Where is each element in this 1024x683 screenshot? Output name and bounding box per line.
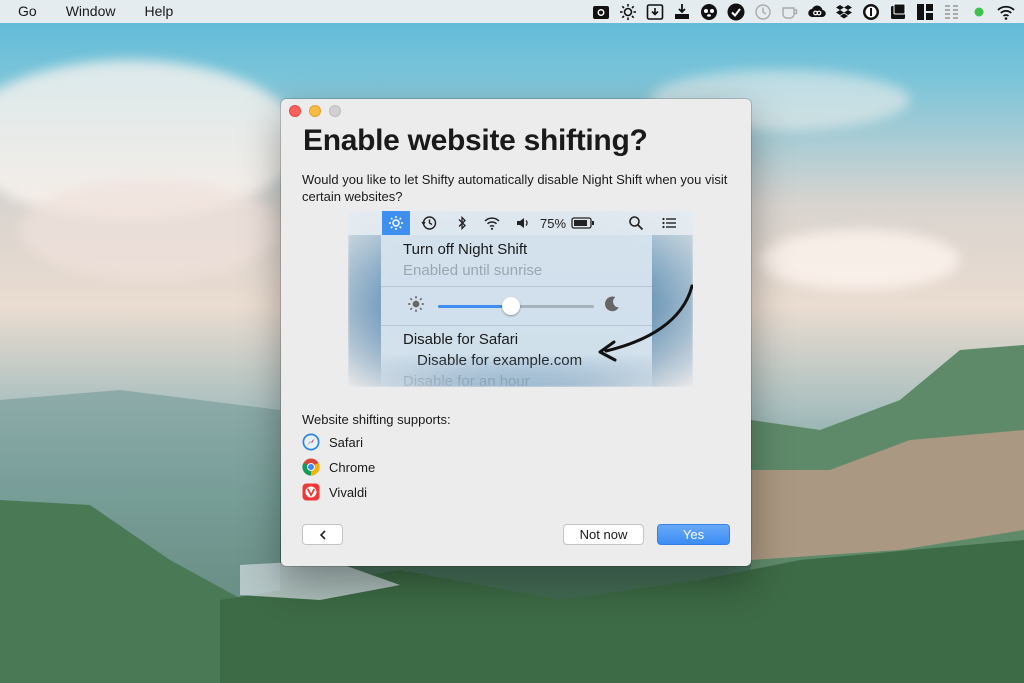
menu-help[interactable]: Help (128, 0, 186, 23)
dropbox-icon[interactable] (834, 3, 854, 21)
dialog-title: Enable website shifting? (303, 124, 648, 157)
chevron-left-icon (319, 529, 326, 540)
minimize-button[interactable] (309, 105, 321, 117)
cup-icon[interactable] (780, 3, 800, 21)
not-now-button[interactable]: Not now (563, 524, 644, 545)
panda-icon[interactable] (699, 3, 719, 21)
sun-icon[interactable] (618, 3, 638, 21)
download-box-icon[interactable] (645, 3, 665, 21)
browser-name: Safari (329, 434, 363, 450)
menu-illustration: 75% Turn off Night Shift Enabled until s… (348, 211, 693, 387)
green-dot-icon[interactable] (969, 3, 989, 21)
browser-item-vivaldi: Vivaldi (302, 483, 367, 501)
yes-button[interactable]: Yes (657, 524, 730, 545)
back-button[interactable] (302, 524, 343, 545)
vivaldi-icon (302, 483, 320, 501)
install-icon[interactable] (672, 3, 692, 21)
close-button[interactable] (289, 105, 301, 117)
browser-item-chrome: Chrome (302, 458, 375, 476)
battery-levels-icon[interactable] (942, 3, 962, 21)
creative-cloud-icon[interactable] (807, 3, 827, 21)
pointer-arrow-icon (598, 284, 693, 362)
chrome-icon (302, 458, 320, 476)
window-controls (289, 105, 341, 117)
safari-icon (302, 433, 320, 451)
onepassword-icon[interactable] (861, 3, 881, 21)
shifty-dialog: Enable website shifting? Would you like … (281, 99, 751, 566)
maximize-button (329, 105, 341, 117)
browser-name: Chrome (329, 459, 376, 475)
menu-go[interactable]: Go (0, 0, 50, 23)
browser-item-safari: Safari (302, 433, 363, 451)
clock-icon[interactable] (753, 3, 773, 21)
status-menu-area (591, 0, 1016, 23)
browser-name: Vivaldi (329, 484, 368, 500)
checkmark-circle-icon[interactable] (726, 3, 746, 21)
menu-bar: Go Window Help (0, 0, 1024, 23)
grid-icon[interactable] (915, 3, 935, 21)
menu-window[interactable]: Window (50, 0, 129, 23)
folder-icon[interactable] (888, 3, 908, 21)
wifi-icon[interactable] (996, 3, 1016, 21)
supports-label: Website shifting supports: (302, 412, 451, 427)
camera-icon[interactable] (591, 3, 611, 21)
dialog-description: Would you like to let Shifty automatical… (302, 172, 728, 204)
